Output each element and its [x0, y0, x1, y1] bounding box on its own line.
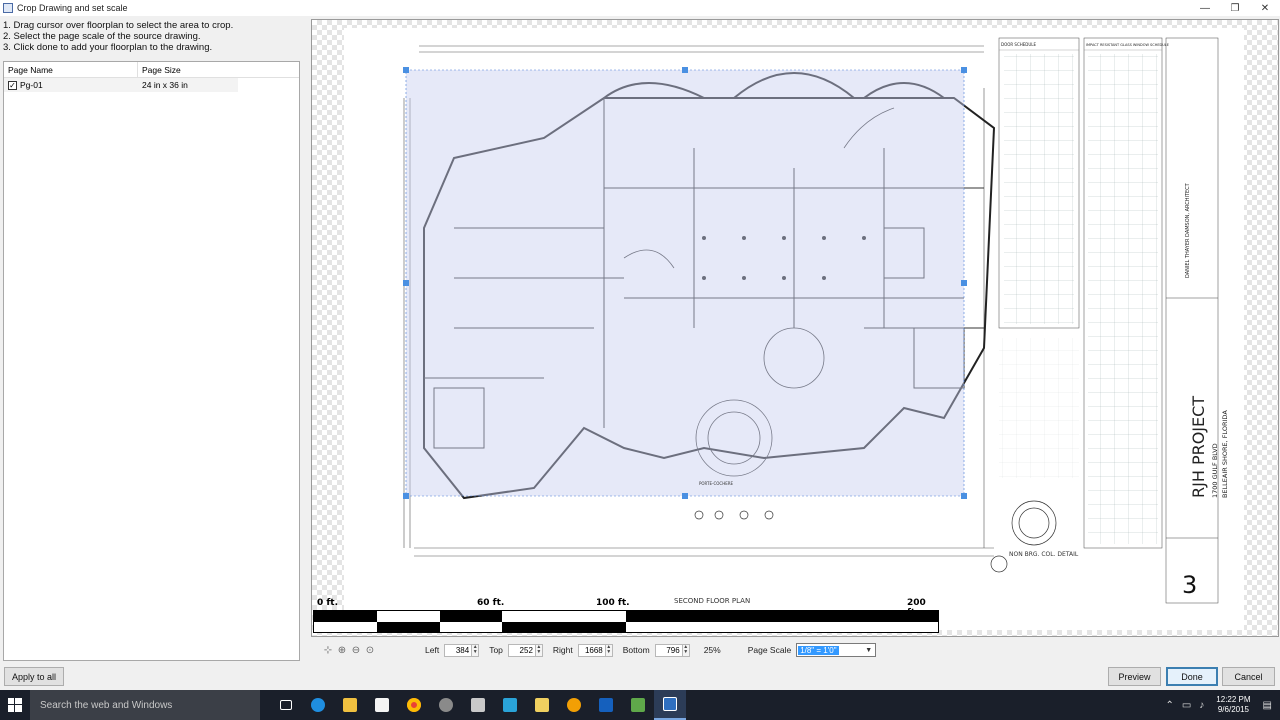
- network-icon[interactable]: ▭: [1178, 700, 1195, 711]
- app-icon-5[interactable]: [430, 690, 462, 720]
- page-scale-select[interactable]: 1/8" = 1'0" ▼: [796, 643, 877, 657]
- drawing-sheet: SECOND FLOOR PLAN PORTE-COCHERE NON BRG.…: [344, 28, 1244, 630]
- zoom-out-icon[interactable]: ⊖: [349, 643, 363, 657]
- page-scale-value: 1/8" = 1'0": [798, 645, 839, 655]
- page-name: Pg-01: [20, 80, 43, 90]
- project-address-2: BELLEAIR SHORE, FLORIDA: [1221, 410, 1229, 498]
- top-label: Top: [489, 645, 503, 655]
- instruction-line: 3. Click done to add your floorplan to t…: [3, 42, 213, 53]
- app-icon-11[interactable]: [622, 690, 654, 720]
- app-icon-7[interactable]: [494, 690, 526, 720]
- start-button[interactable]: [0, 690, 30, 720]
- done-button[interactable]: Done: [1166, 667, 1218, 686]
- system-tray: ⌃ ▭ ♪ 12:22 PM 9/6/2015 ▤: [1161, 690, 1280, 720]
- page-size: 24 in x 36 in: [142, 80, 188, 90]
- instruction-line: 2. Select the page scale of the source d…: [3, 31, 201, 42]
- chrome-icon[interactable]: [398, 690, 430, 720]
- windows-icon: [8, 698, 22, 712]
- scale-label: 0 ft.: [317, 598, 339, 608]
- chevron-down-icon: ▼: [865, 646, 873, 654]
- instructions: 1. Drag cursor over floorplan to select …: [3, 20, 303, 53]
- drawing-canvas[interactable]: SECOND FLOOR PLAN PORTE-COCHERE NON BRG.…: [311, 19, 1279, 637]
- porte-cochere-label: PORTE-COCHERE: [699, 481, 734, 486]
- app-icon-8[interactable]: [526, 690, 558, 720]
- file-explorer-icon[interactable]: [334, 690, 366, 720]
- preview-button[interactable]: Preview: [1108, 667, 1161, 686]
- bottom-label: Bottom: [622, 645, 650, 655]
- window-controls: — ❐ ✕: [1190, 0, 1280, 16]
- window-schedule-title: IMPACT RESISTANT GLASS WINDOW SCHEDULE: [1086, 43, 1169, 47]
- page-name-cell: ✓ Pg-01: [4, 80, 138, 90]
- left-label: Left: [425, 645, 440, 655]
- right-label: Right: [552, 645, 573, 655]
- zoom-in-icon[interactable]: ⊕: [335, 643, 349, 657]
- crop-toolbar: ⊹ ⊕ ⊖ ⊙ Left 384 ▲ ▼ Top 252 ▲ ▼ Right 166…: [311, 641, 1279, 659]
- scale-bar: 0 ft. 60 ft. 100 ft. 200 ft.: [313, 598, 939, 634]
- top-spinner[interactable]: ▲ ▼: [535, 643, 543, 657]
- floor-plan-drawing: SECOND FLOOR PLAN PORTE-COCHERE NON BRG.…: [403, 37, 1229, 605]
- store-icon[interactable]: [366, 690, 398, 720]
- taskbar: Search the web and Windows ⌃ ▭ ♪ 12:22 P…: [0, 690, 1280, 720]
- clock-time: 12:22 PM: [1216, 695, 1251, 704]
- cancel-button[interactable]: Cancel: [1222, 667, 1275, 686]
- clock[interactable]: 12:22 PM 9/6/2015: [1208, 695, 1258, 715]
- clock-date: 9/6/2015: [1217, 705, 1249, 714]
- app-icon-10[interactable]: [590, 690, 622, 720]
- column-header-page-name[interactable]: Page Name: [4, 61, 138, 78]
- sheet-number: 3: [1182, 571, 1197, 599]
- pan-icon[interactable]: ⊹: [321, 643, 335, 657]
- left-input[interactable]: 384: [444, 643, 473, 657]
- zoom-fit-icon[interactable]: ⊙: [363, 643, 377, 657]
- detail-label: NON BRG. COL. DETAIL: [1009, 551, 1079, 558]
- window-title: Crop Drawing and set scale: [17, 3, 128, 13]
- app-icon-9[interactable]: [558, 690, 590, 720]
- scale-bar-graphic: [313, 610, 939, 633]
- project-address-1: 1700 GULF BLVD: [1211, 443, 1219, 498]
- list-header: Page Name Page Size: [4, 61, 299, 78]
- project-name: RJH PROJECT: [1189, 396, 1208, 498]
- right-spinner[interactable]: ▲ ▼: [605, 643, 613, 657]
- maximize-button[interactable]: ❐: [1220, 0, 1250, 16]
- bottom-input[interactable]: 796: [654, 643, 683, 657]
- door-schedule-title: DOOR SCHEDULE: [1001, 42, 1037, 47]
- right-input[interactable]: 1668: [577, 643, 606, 657]
- instruction-line: 1. Drag cursor over floorplan to select …: [3, 20, 234, 31]
- volume-icon[interactable]: ♪: [1195, 700, 1208, 711]
- minimize-button[interactable]: —: [1190, 0, 1220, 16]
- page-list: Page Name Page Size ✓ Pg-01 24 in x 36 i…: [3, 61, 300, 661]
- task-view-icon[interactable]: [270, 690, 302, 720]
- column-header-page-size[interactable]: Page Size: [138, 62, 238, 78]
- page-scale-label: Page Scale: [747, 645, 792, 655]
- chevron-up-icon[interactable]: ⌃: [1161, 700, 1177, 711]
- scale-label: 60 ft.: [477, 598, 505, 608]
- edge-icon[interactable]: [302, 690, 334, 720]
- close-button[interactable]: ✕: [1250, 0, 1280, 16]
- taskbar-search[interactable]: Search the web and Windows: [30, 690, 260, 720]
- list-item[interactable]: ✓ Pg-01 24 in x 36 in: [4, 78, 238, 92]
- notifications-icon[interactable]: ▤: [1259, 700, 1280, 711]
- scale-label: 100 ft.: [596, 598, 630, 608]
- architect-name: DANIEL THAYER DAMSON, ARCHITECT: [1185, 182, 1191, 278]
- apply-to-all-button[interactable]: Apply to all: [4, 667, 64, 686]
- bottom-spinner[interactable]: ▲ ▼: [682, 643, 690, 657]
- title-bar: Crop Drawing and set scale — ❐ ✕: [0, 0, 1280, 16]
- page-checkbox[interactable]: ✓: [8, 80, 17, 90]
- app-icon-6[interactable]: [462, 690, 494, 720]
- top-input[interactable]: 252: [507, 643, 536, 657]
- left-spinner[interactable]: ▲ ▼: [472, 643, 480, 657]
- zoom-level: 25%: [703, 645, 721, 655]
- app-icon-12-active[interactable]: [654, 690, 686, 720]
- app-icon: [3, 3, 13, 13]
